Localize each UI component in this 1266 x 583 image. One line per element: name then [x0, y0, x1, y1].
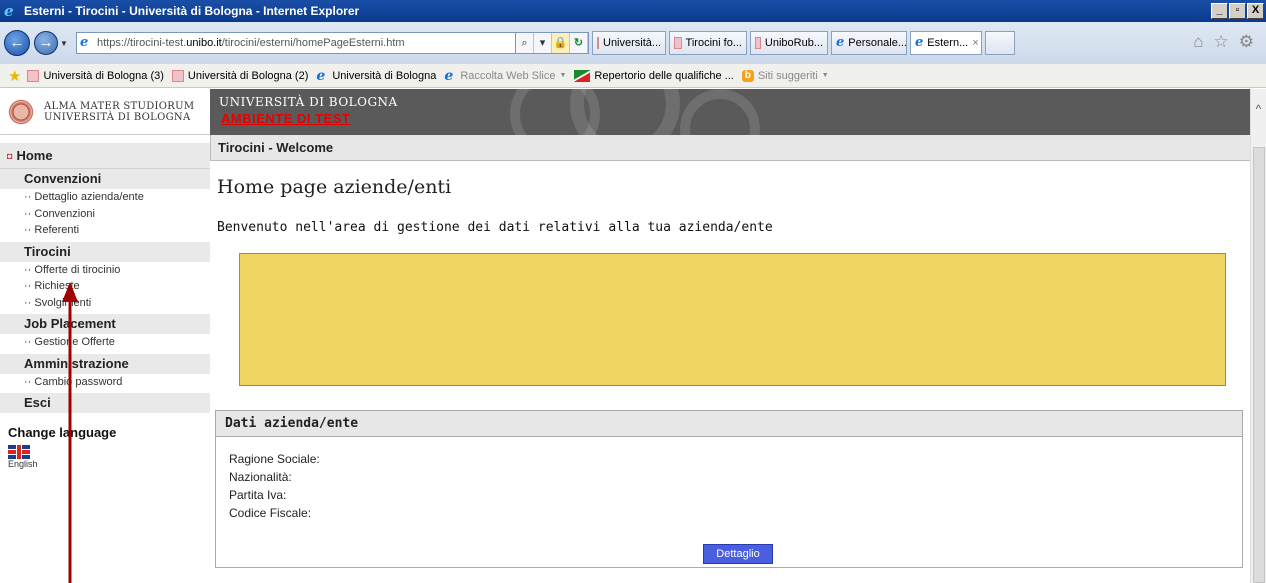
page-ie-icon: e [80, 35, 89, 50]
favorites-bar: ★ Università di Bologna (3) Università d… [0, 64, 1266, 88]
sidebar-item-referenti[interactable]: ·· Referenti [0, 222, 210, 239]
chevron-down-icon: ▼ [559, 72, 567, 79]
browser-toolbar-icons: ⌂ ☆ ⚙ [1193, 32, 1254, 52]
sidebar-item-convenzioni[interactable]: ·· Convenzioni [0, 206, 210, 223]
site-logo[interactable]: ALMA MATER STUDIORUM UNIVERSITÀ DI BOLOG… [0, 89, 210, 135]
tab-tirocini[interactable]: Tirocini fo... [669, 31, 747, 55]
sidebar-menu: ◘ Home Convenzioni ·· Dettaglio azienda/… [0, 135, 210, 583]
unibo-favicon-icon [674, 37, 682, 49]
logo-text: ALMA MATER STUDIORUM UNIVERSITÀ DI BOLOG… [44, 100, 195, 123]
unibo-favicon-icon [755, 37, 761, 49]
sidebar-section-convenzioni: Convenzioni [0, 169, 210, 189]
window-title: Esterni - Tirocini - Università di Bolog… [24, 4, 360, 18]
sidebar-section-job-placement: Job Placement [0, 314, 210, 334]
annotation-arrow-icon [62, 282, 78, 583]
field-ragione-sociale: Ragione Sociale: [229, 452, 320, 466]
sidebar-item-home[interactable]: ◘ Home [0, 143, 210, 169]
new-tab-button[interactable] [985, 31, 1015, 55]
forward-button[interactable]: → [34, 31, 58, 55]
close-button[interactable]: X [1247, 3, 1264, 19]
change-language-label: Change language [8, 425, 117, 440]
add-favorite-icon[interactable]: ★ [8, 67, 21, 85]
tab-personale[interactable]: e Personale... [831, 31, 907, 55]
gear-icon[interactable]: ⚙ [1239, 32, 1254, 52]
ie-logo-icon: e [4, 2, 14, 20]
dettaglio-button[interactable]: Dettaglio [703, 544, 773, 564]
tab-universita[interactable]: Università... [592, 31, 666, 55]
scroll-thumb[interactable] [1253, 147, 1265, 583]
sidebar-item-richieste[interactable]: ·· Richieste [0, 278, 210, 295]
favorite-item[interactable]: Università di Bologna (2) [171, 69, 308, 82]
favorites-star-icon[interactable]: ☆ [1214, 32, 1229, 52]
favorite-web-slice[interactable]: e Raccolta Web Slice ▼ [444, 67, 567, 84]
favorite-item[interactable]: Repertorio delle qualifiche ... [574, 69, 734, 82]
address-dropdown-icon[interactable]: ▾ [534, 33, 552, 53]
maximize-button[interactable]: ▫ [1229, 3, 1246, 19]
sidebar-item-offerte-tirocinio[interactable]: ·· Offerte di tirocinio [0, 262, 210, 279]
lock-icon[interactable]: 🔒 [552, 33, 570, 53]
bullet-icon: ◘ [7, 150, 13, 161]
bing-icon: b [741, 69, 754, 82]
address-tools: ⌕ ▾ 🔒 ↻ [516, 32, 589, 54]
ie-icon: e [915, 35, 924, 50]
notice-box [239, 253, 1226, 386]
unibo-favicon-icon [27, 69, 40, 82]
company-data-panel: Dati azienda/ente Ragione Sociale: Nazio… [215, 410, 1243, 568]
field-codice-fiscale: Codice Fiscale: [229, 506, 312, 520]
refresh-icon[interactable]: ↻ [570, 33, 588, 53]
chevron-down-icon: ▼ [821, 72, 829, 79]
field-nazionalita: Nazionalità: [229, 470, 292, 484]
back-button[interactable]: ← [4, 30, 30, 56]
sidebar-section-tirocini: Tirocini [0, 241, 210, 262]
tab-unibo-rub[interactable]: UniboRub... [750, 31, 828, 55]
browser-window: e Esterni - Tirocini - Università di Bol… [0, 0, 1266, 583]
address-bar[interactable]: e https://tirocini-test.unibo.it/tirocin… [76, 32, 516, 54]
history-dropdown-icon[interactable]: ▼ [60, 39, 70, 48]
window-controls: _ ▫ X [1211, 3, 1264, 19]
home-icon[interactable]: ⌂ [1193, 32, 1203, 52]
search-icon[interactable]: ⌕ [516, 33, 534, 53]
navigation-bar: ← → ▼ e https://tirocini-test.unibo.it/t… [0, 22, 1266, 64]
gear-decoration-icon [570, 89, 680, 135]
address-url[interactable]: https://tirocini-test.unibo.it/tirocini/… [97, 37, 405, 49]
tab-close-icon[interactable]: × [972, 37, 978, 49]
sidebar-item-dettaglio-azienda[interactable]: ·· Dettaglio azienda/ente [0, 189, 210, 206]
welcome-message: Benvenuto nell'area di gestione dei dati… [217, 220, 773, 235]
page-title: Home page aziende/enti [217, 176, 452, 198]
field-partita-iva: Partita Iva: [229, 488, 287, 502]
panel-title: Dati azienda/ente [216, 411, 1242, 437]
scroll-up-icon[interactable]: ^ [1251, 89, 1266, 129]
sidebar-item-gestione-offerte[interactable]: ·· Gestione Offerte [0, 334, 210, 351]
favorite-item[interactable]: e Università di Bologna [316, 67, 436, 84]
sidebar-item-esci[interactable]: Esci [0, 393, 210, 413]
breadcrumb: Tirocini - Welcome [210, 135, 1250, 161]
tab-esterni-active[interactable]: e Estern... × [910, 31, 982, 55]
university-seal-icon [4, 94, 38, 129]
favorite-item[interactable]: Università di Bologna (3) [27, 69, 164, 82]
gear-decoration-icon [680, 89, 760, 135]
sidebar-item-cambio-password[interactable]: ·· Cambio password [0, 374, 210, 391]
vertical-scrollbar[interactable]: ^ [1250, 89, 1266, 583]
sidebar-item-svolgimenti[interactable]: ·· Svolgimenti [0, 295, 210, 312]
window-titlebar: e Esterni - Tirocini - Università di Bol… [0, 0, 1266, 22]
unibo-favicon-icon [597, 37, 599, 49]
site-banner: UNIVERSITÀ DI BOLOGNA AMBIENTE DI TEST [210, 89, 1250, 135]
sidebar-section-amministrazione: Amministrazione [0, 353, 210, 374]
language-english-link[interactable]: English [0, 459, 210, 469]
banner-title: UNIVERSITÀ DI BOLOGNA [219, 95, 398, 109]
ie-icon: e [316, 67, 326, 84]
ie-icon: e [836, 35, 845, 50]
minimize-button[interactable]: _ [1211, 3, 1228, 19]
unibo-favicon-icon [171, 69, 184, 82]
favorite-suggested-sites[interactable]: b Siti suggeriti ▼ [741, 69, 829, 82]
flag-icon [574, 69, 591, 82]
test-environment-label: AMBIENTE DI TEST [221, 111, 351, 126]
uk-flag-icon[interactable] [8, 445, 30, 459]
ie-icon: e [444, 67, 454, 84]
